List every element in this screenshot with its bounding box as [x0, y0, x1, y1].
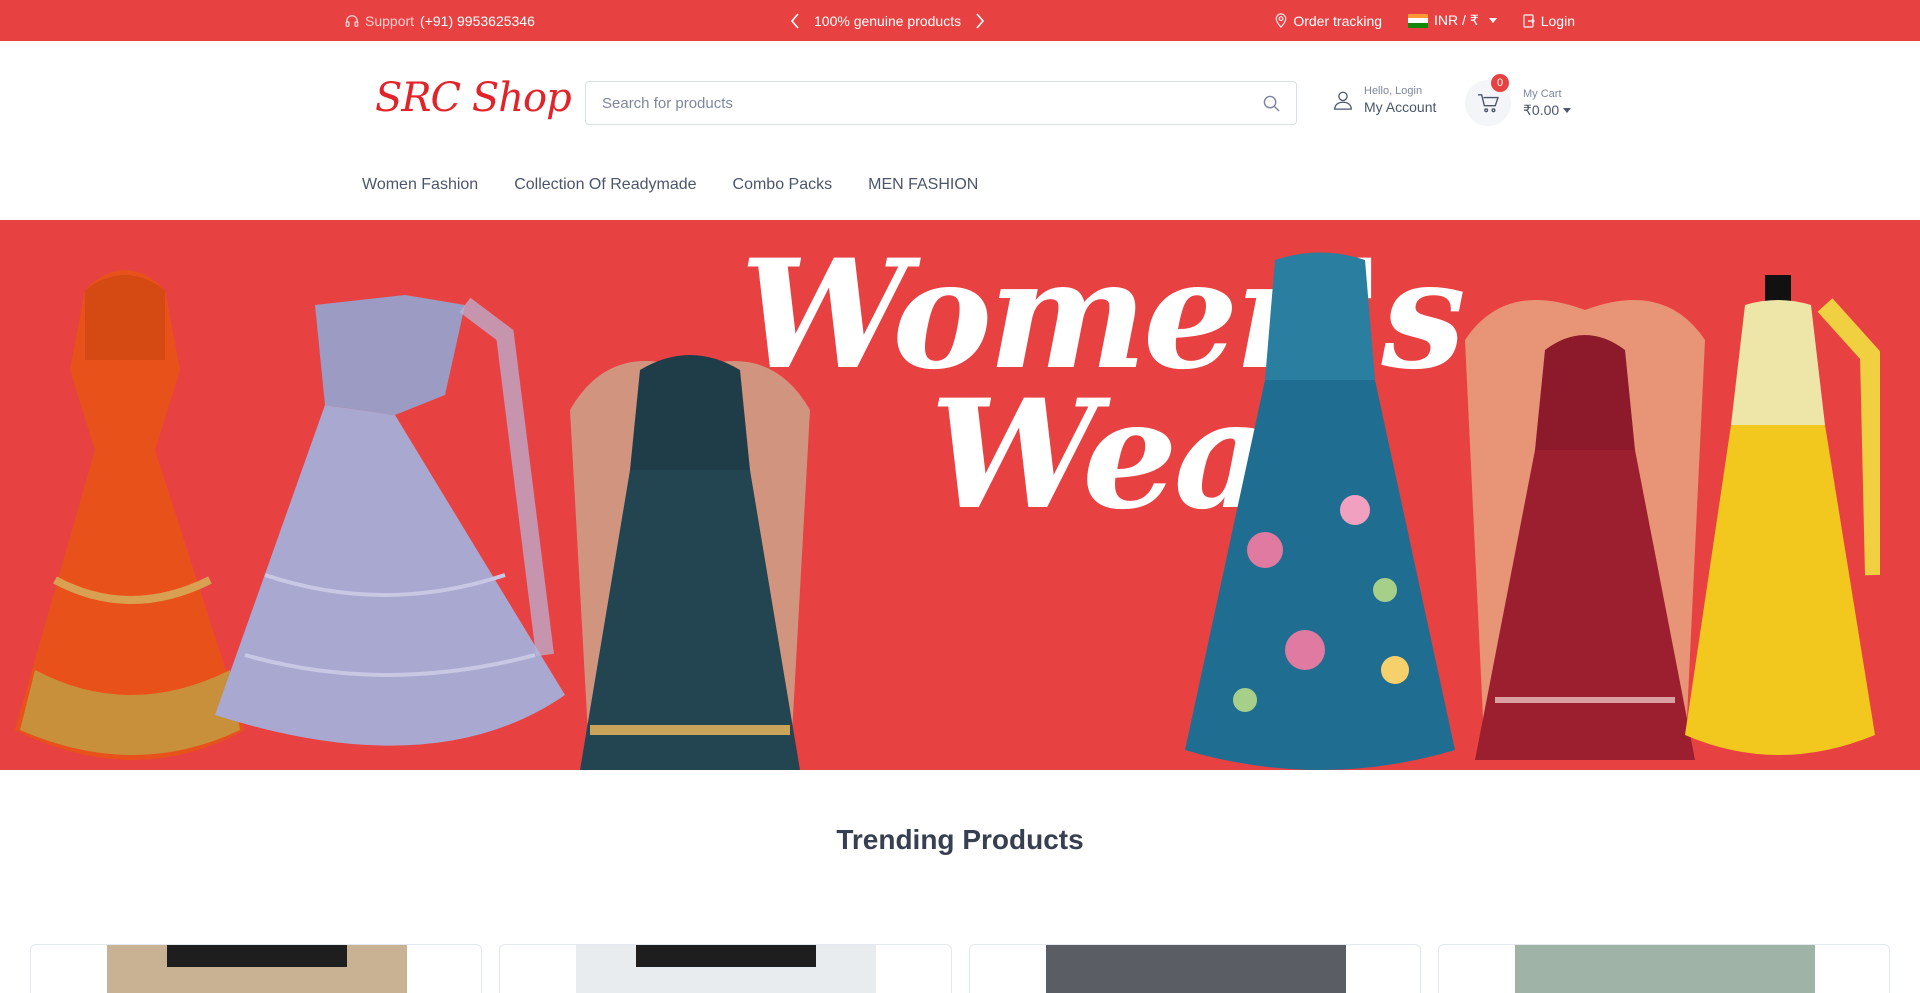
headset-icon: [345, 14, 359, 27]
cart-label: My Cart: [1523, 87, 1562, 100]
login-icon: [1523, 13, 1535, 28]
account-label: My Account: [1364, 99, 1437, 115]
chevron-down-icon: [1488, 18, 1497, 23]
login-label: Login: [1540, 12, 1575, 29]
site-logo[interactable]: SRC Shop: [375, 75, 572, 121]
cart-icon-wrapper: 0: [1465, 74, 1511, 126]
cart-total: ₹0.00: [1523, 101, 1572, 119]
cart-total-value: ₹0.00: [1523, 101, 1560, 118]
chevron-right-icon[interactable]: [975, 12, 985, 29]
support-phone-link[interactable]: (+91) 9953625346: [420, 13, 535, 29]
support-info: Support (+91) 9953625346: [345, 0, 535, 41]
account-link[interactable]: Hello, Login My Account: [1332, 85, 1436, 115]
cart-icon: [1478, 94, 1499, 113]
product-card[interactable]: [1437, 944, 1890, 993]
order-tracking-link[interactable]: Order tracking: [1275, 13, 1382, 29]
promo-text: 100% genuine products: [814, 12, 962, 29]
currency-label: INR / ₹: [1434, 12, 1479, 28]
promo-carousel: 100% genuine products: [790, 0, 985, 41]
nav-item-women-fashion[interactable]: Women Fashion: [362, 176, 478, 194]
blue-floral-lehenga-image: [1185, 252, 1455, 770]
cart-button[interactable]: 0 My Cart ₹0.00: [1465, 74, 1572, 126]
main-nav: Women Fashion Collection Of Readymade Co…: [362, 176, 978, 194]
search-bar: [585, 81, 1297, 125]
product-grid: [30, 944, 1890, 993]
support-label: Support: [365, 12, 415, 29]
top-bar: Support (+91) 9953625346 100% genuine pr…: [0, 0, 1920, 41]
header: SRC Shop Hello, Login My Account 0 My Ca…: [0, 41, 1920, 220]
search-input[interactable]: [602, 94, 1263, 112]
product-card[interactable]: [30, 944, 483, 993]
search-icon[interactable]: [1263, 95, 1280, 112]
top-bar-actions: Order tracking INR / ₹ Login: [1275, 0, 1575, 41]
product-image: [1514, 945, 1815, 993]
maroon-lehenga-image: [1465, 300, 1705, 760]
currency-selector[interactable]: INR / ₹: [1408, 12, 1497, 29]
nav-item-combo-packs[interactable]: Combo Packs: [733, 176, 833, 194]
user-icon: [1334, 91, 1352, 110]
cart-count-badge: 0: [1491, 74, 1509, 92]
chevron-left-icon[interactable]: [790, 12, 800, 29]
product-card[interactable]: [968, 944, 1421, 993]
login-link[interactable]: Login: [1523, 13, 1575, 29]
hero-banner[interactable]: Women's Wear: [0, 220, 1920, 770]
india-flag-icon: [1408, 13, 1429, 28]
product-image: [1045, 945, 1346, 993]
product-image: [576, 945, 877, 993]
product-card[interactable]: [499, 944, 952, 993]
product-image: [107, 945, 407, 993]
nav-item-collection-of-readymade[interactable]: Collection Of Readymade: [514, 176, 696, 194]
lavender-gown-image: [215, 295, 565, 746]
nav-item-men-fashion[interactable]: MEN FASHION: [868, 176, 978, 194]
account-greeting: Hello, Login: [1364, 85, 1423, 97]
chevron-down-icon: [1563, 108, 1572, 114]
order-tracking-label: Order tracking: [1293, 12, 1383, 29]
yellow-lehenga-image: [1685, 275, 1880, 755]
location-pin-icon: [1275, 13, 1287, 28]
trending-products-title: Trending Products: [836, 824, 1084, 855]
